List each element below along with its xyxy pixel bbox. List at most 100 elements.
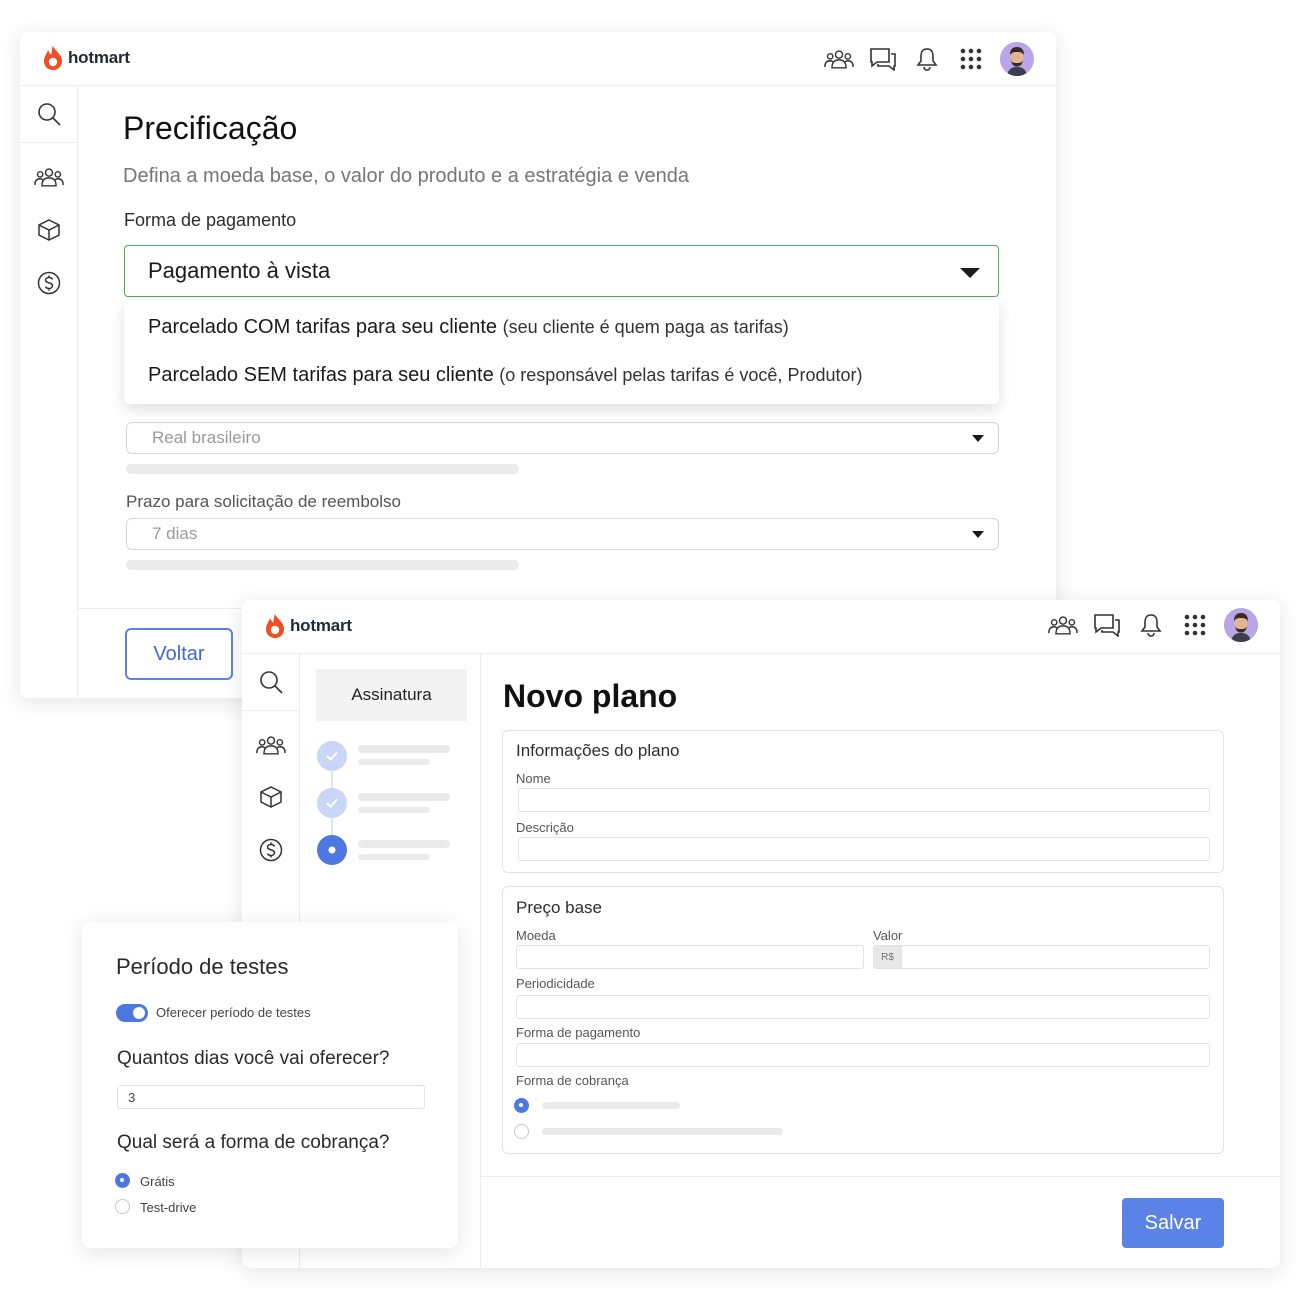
- step-title-placeholder: [358, 745, 450, 753]
- trial-period-card: Período de testes Oferecer período de te…: [82, 922, 458, 1248]
- page-subtitle: Defina a moeda base, o valor do produto …: [123, 165, 689, 187]
- sidebar: [20, 86, 78, 698]
- chevron-down-icon: [972, 435, 984, 442]
- name-label: Nome: [516, 771, 551, 786]
- trial-title: Período de testes: [116, 954, 289, 979]
- sidebar-divider: [242, 710, 299, 711]
- refund-period-value: 7 dias: [152, 524, 198, 543]
- free-radio[interactable]: [115, 1173, 130, 1188]
- trial-toggle[interactable]: [116, 1004, 148, 1022]
- payment-method-label: Forma de pagamento: [516, 1025, 641, 1040]
- apps-grid-icon[interactable]: [1180, 610, 1210, 640]
- back-button[interactable]: Voltar: [125, 628, 233, 680]
- currency-symbol: R$: [873, 945, 902, 969]
- box-icon[interactable]: [20, 218, 78, 242]
- step-title-placeholder: [358, 793, 450, 801]
- payment-method-dropdown: Parcelado COM tarifas para seu cliente (…: [124, 300, 999, 404]
- test-drive-label: Test-drive: [140, 1200, 197, 1215]
- footer-divider: [481, 1176, 1280, 1177]
- payment-method-select[interactable]: Pagamento à vista: [124, 245, 999, 297]
- chat-icon[interactable]: [1092, 610, 1122, 640]
- option-note-text: (seu cliente é quem paga as tarifas): [502, 317, 789, 337]
- top-bar: hotmart: [242, 600, 1280, 654]
- value-label: Valor: [873, 928, 903, 943]
- days-input[interactable]: 3: [117, 1085, 425, 1109]
- placeholder-bar: [126, 560, 519, 570]
- radio-label-placeholder: [542, 1102, 680, 1109]
- placeholder-bar: [126, 464, 519, 474]
- currency-select[interactable]: Real brasileiro: [126, 422, 999, 454]
- page-title: Precificação: [123, 110, 298, 146]
- chevron-down-icon: [972, 531, 984, 538]
- bell-icon[interactable]: [1136, 610, 1166, 640]
- pricing-window: hotmart Precificação Defina a moeda base…: [20, 32, 1056, 698]
- hotmart-logo[interactable]: hotmart: [264, 613, 352, 639]
- users-icon[interactable]: [20, 166, 78, 188]
- box-icon[interactable]: [242, 785, 300, 809]
- billing-radio-2[interactable]: [514, 1124, 529, 1139]
- bell-icon[interactable]: [912, 44, 942, 74]
- users-icon[interactable]: [242, 734, 300, 756]
- step-active-icon[interactable]: [317, 835, 347, 865]
- avatar[interactable]: [1224, 608, 1258, 642]
- top-bar: hotmart: [20, 32, 1056, 86]
- header-icons: [1048, 608, 1258, 642]
- value-input[interactable]: [901, 945, 1210, 969]
- dropdown-option[interactable]: Parcelado SEM tarifas para seu cliente (…: [148, 364, 862, 387]
- save-button[interactable]: Salvar: [1122, 1198, 1224, 1248]
- section-title: Informações do plano: [516, 741, 680, 760]
- step-title-placeholder: [358, 840, 450, 848]
- flame-icon: [266, 614, 284, 638]
- payment-method-value: Pagamento à vista: [148, 258, 331, 283]
- option-main-text: Parcelado COM tarifas para seu cliente: [148, 316, 498, 338]
- dollar-icon[interactable]: [242, 838, 300, 862]
- billing-method-label: Forma de cobrança: [516, 1073, 629, 1088]
- users-icon[interactable]: [824, 44, 854, 74]
- payment-method-label: Forma de pagamento: [124, 210, 297, 230]
- base-price-section: Preço base Moeda Valor R$ Periodicidade …: [502, 886, 1224, 1154]
- step-subtitle-placeholder: [358, 854, 430, 860]
- avatar[interactable]: [1000, 42, 1034, 76]
- description-label: Descrição: [516, 820, 574, 835]
- step-check-icon[interactable]: [317, 741, 347, 771]
- radio-label-placeholder: [542, 1128, 783, 1135]
- step-subtitle-placeholder: [358, 759, 430, 765]
- billing-radio-1[interactable]: [514, 1098, 529, 1113]
- days-question: Quantos dias você vai oferecer?: [117, 1048, 390, 1069]
- flame-icon: [44, 46, 62, 70]
- description-input[interactable]: [518, 837, 1210, 861]
- logo-text: hotmart: [68, 48, 130, 67]
- test-drive-radio[interactable]: [115, 1199, 130, 1214]
- search-icon[interactable]: [242, 670, 300, 694]
- step-check-icon[interactable]: [317, 788, 347, 818]
- currency-label: Moeda: [516, 928, 556, 943]
- free-label: Grátis: [140, 1174, 175, 1189]
- users-icon[interactable]: [1048, 610, 1078, 640]
- plan-info-section: Informações do plano Nome Descrição: [502, 730, 1224, 873]
- periodicity-input[interactable]: [516, 995, 1210, 1019]
- currency-input[interactable]: [516, 945, 864, 969]
- refund-period-select[interactable]: 7 dias: [126, 518, 999, 550]
- dropdown-option[interactable]: Parcelado COM tarifas para seu cliente (…: [148, 316, 789, 339]
- section-title: Preço base: [516, 898, 602, 917]
- payment-method-input[interactable]: [516, 1043, 1210, 1067]
- option-main-text: Parcelado SEM tarifas para seu cliente: [148, 364, 494, 386]
- apps-grid-icon[interactable]: [956, 44, 986, 74]
- billing-question: Qual será a forma de cobrança?: [117, 1132, 390, 1153]
- header-icons: [824, 42, 1034, 76]
- step-subtitle-placeholder: [358, 807, 430, 813]
- chevron-down-icon: [960, 268, 980, 278]
- days-value: 3: [128, 1089, 136, 1105]
- page-title: Novo plano: [503, 678, 678, 714]
- logo-text: hotmart: [290, 616, 352, 635]
- periodicity-label: Periodicidade: [516, 976, 595, 991]
- sidebar-divider: [20, 142, 77, 143]
- tab-subscription[interactable]: Assinatura: [316, 669, 467, 721]
- search-icon[interactable]: [20, 102, 78, 126]
- chat-icon[interactable]: [868, 44, 898, 74]
- name-input[interactable]: [518, 788, 1210, 812]
- dollar-icon[interactable]: [20, 271, 78, 295]
- currency-value: Real brasileiro: [152, 428, 261, 447]
- hotmart-logo[interactable]: hotmart: [42, 45, 130, 71]
- option-note-text: (o responsável pelas tarifas é você, Pro…: [499, 365, 863, 385]
